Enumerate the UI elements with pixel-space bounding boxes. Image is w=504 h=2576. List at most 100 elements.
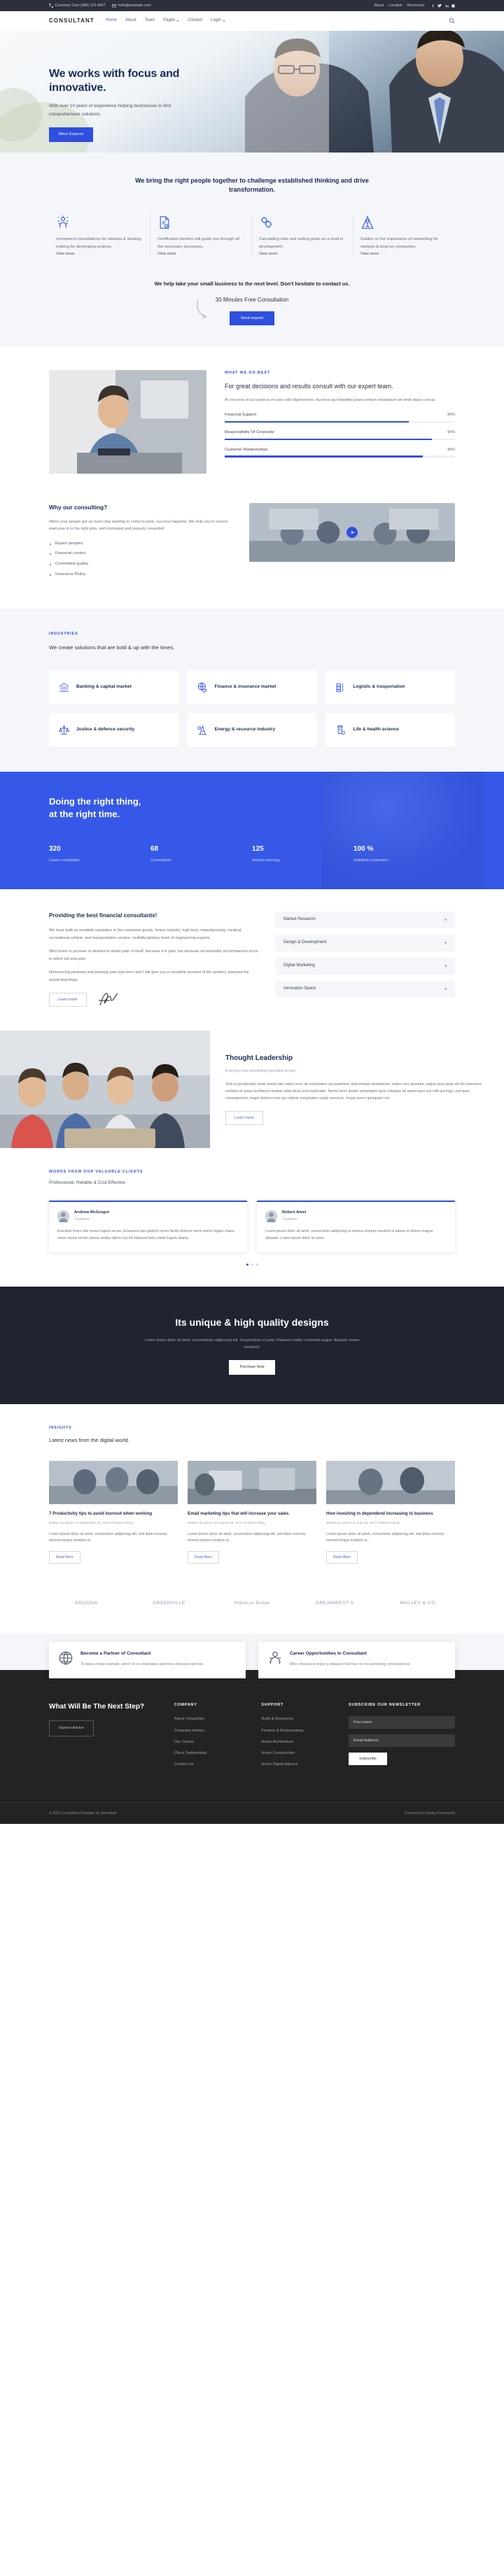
service-card[interactable]: Certificated mentors will guide you thro… — [150, 214, 252, 258]
industry-card-banking[interactable]: Banking & capital market — [49, 670, 178, 705]
nav-label: About — [125, 18, 136, 23]
carousel-dot[interactable] — [246, 1264, 248, 1266]
service-card[interactable]: Investment consultations for startups & … — [49, 214, 150, 258]
insight-card[interactable]: Email marketing tips that will increase … — [188, 1460, 316, 1564]
footer-link-home-construction[interactable]: Home Construction — [261, 1750, 337, 1756]
skill-bar-track — [225, 455, 455, 458]
avatar — [57, 1210, 69, 1222]
plus-icon[interactable]: + — [444, 963, 447, 969]
footer-link-client-testimonials[interactable]: Client Testimonials — [174, 1750, 251, 1756]
send-request-button[interactable]: Send request — [229, 311, 275, 326]
partner-title: Career Opportunities in Consultant — [290, 1650, 367, 1656]
insight-title[interactable]: How investing in dependend increasing to… — [326, 1510, 455, 1517]
insight-title[interactable]: 7 Productivity tips to avoid burnout whe… — [49, 1510, 178, 1517]
topbar-link-resources[interactable]: Resources — [407, 3, 425, 8]
stats-heading-line1: Doing the right thing, — [49, 796, 141, 807]
linkedin-icon[interactable] — [445, 4, 449, 8]
nav-item-pages[interactable]: Pages — [163, 17, 180, 24]
meet-experts-button[interactable]: Meet Experts — [49, 127, 94, 142]
purchase-now-button[interactable]: Purchase Now — [229, 1360, 275, 1375]
service-view-more-link[interactable]: View more — [56, 252, 74, 256]
play-button-icon[interactable] — [346, 527, 358, 539]
accordion-item-digital-marketing[interactable]: Digital Marketing + — [276, 958, 455, 975]
industry-card-finance[interactable]: Finance & insurance market — [187, 670, 317, 705]
subscribe-button[interactable]: Subscribe — [349, 1753, 387, 1766]
financial-paragraph-2: Who loves or pursues or desires to obtai… — [49, 949, 259, 961]
curved-arrow-icon — [197, 299, 206, 319]
insight-read-more-button[interactable]: Read More — [49, 1550, 80, 1564]
bank-building-icon — [59, 682, 69, 692]
plus-icon[interactable]: + — [444, 917, 447, 923]
carousel-dot[interactable] — [255, 1264, 258, 1266]
thought-leadership-section: Thought Leadership Everyboy has somethin… — [0, 1031, 504, 1149]
twitter-icon[interactable] — [438, 3, 442, 8]
footer-link-our-career[interactable]: Our Career — [174, 1739, 251, 1745]
email-input[interactable] — [349, 1734, 455, 1748]
footer-link-contact-us[interactable]: Contact Us — [174, 1762, 251, 1767]
footer-link-home-digital-agency[interactable]: Home Digital Agency — [261, 1762, 337, 1767]
why-list-item: Insurance Policy — [49, 572, 231, 578]
globe-shield-icon — [197, 682, 206, 693]
skill-item: Customer Relationships 86% — [225, 447, 455, 458]
partner-card-become-partner[interactable]: Become a Partner of Consultant To take a… — [49, 1641, 246, 1678]
brand-logo[interactable]: CONSULTANT — [49, 17, 94, 26]
insight-title[interactable]: Email marketing tips that will increase … — [188, 1510, 316, 1517]
experts-advice-button[interactable]: Experts Advice — [49, 1720, 94, 1736]
footer-link-home-architecture[interactable]: Home Architecture — [261, 1739, 337, 1745]
client-logo: ARIZONA — [49, 1593, 123, 1614]
nav-item-home[interactable]: Home — [106, 17, 117, 24]
accordion-item-innovation-space[interactable]: Innovation Space + — [276, 981, 455, 998]
why-video-thumbnail[interactable] — [249, 503, 455, 562]
industry-card-logistic[interactable]: Logistic & trasportation — [326, 670, 455, 705]
footer-link-company-history[interactable]: Company History — [174, 1728, 251, 1734]
industry-card-energy[interactable]: Energy & resource industry — [187, 713, 317, 747]
insight-read-more-button[interactable]: Read More — [188, 1550, 219, 1564]
search-icon[interactable] — [449, 17, 455, 24]
plus-icon[interactable]: + — [444, 986, 447, 992]
industry-card-justice[interactable]: Justice & defence security — [49, 713, 178, 747]
nav-item-about[interactable]: About — [125, 17, 136, 24]
financial-learn-more-button[interactable]: Learn more — [49, 992, 87, 1007]
insight-card[interactable]: How investing in dependend increasing to… — [326, 1460, 455, 1564]
nav-item-contact[interactable]: Contact — [188, 17, 202, 24]
service-card[interactable]: Calculating risks and setting goals as a… — [252, 214, 354, 258]
footer-link-about-consultant[interactable]: About Consultant — [174, 1716, 251, 1722]
insight-meta: Written by admin on August 09, 2021 Post… — [188, 1521, 265, 1525]
search-button[interactable] — [449, 17, 455, 24]
skills-list: Financial Support 80% Responsibility Of … — [225, 412, 455, 458]
topbar-link-location[interactable]: Location — [388, 3, 402, 8]
nav-label: Team — [144, 18, 155, 23]
carousel-dot[interactable] — [251, 1264, 253, 1266]
accordion-item-market-research[interactable]: Market Research + — [276, 912, 455, 929]
footer-link-audit-assurance[interactable]: Audit & Assurance — [261, 1716, 337, 1722]
instagram-icon[interactable] — [451, 3, 455, 8]
plus-icon[interactable]: + — [444, 940, 447, 946]
service-view-more-link[interactable]: View more — [158, 252, 176, 256]
accordion-label: Design & Development — [284, 940, 327, 945]
financial-paragraph-1: We have built an enviable reputation in … — [49, 928, 242, 940]
insight-meta: Written by admin on July 23, 2021 Posted… — [326, 1521, 400, 1525]
topbar-link-about[interactable]: About — [374, 3, 384, 8]
service-view-more-link[interactable]: View more — [360, 252, 379, 256]
footer-link-finance-restructuring[interactable]: Finance & Restructuring — [261, 1728, 337, 1734]
insight-card[interactable]: 7 Productivity tips to avoid burnout whe… — [49, 1460, 178, 1564]
first-name-input[interactable] — [349, 1716, 455, 1729]
nav-item-team[interactable]: Team — [145, 17, 155, 24]
insight-image — [188, 1460, 316, 1504]
thought-leadership-learn-more-button[interactable]: Learn more — [225, 1110, 263, 1126]
nav-item-login[interactable]: Login — [211, 17, 225, 24]
insight-read-more-button[interactable]: Read More — [326, 1550, 358, 1564]
industry-card-health[interactable]: Life & health science — [326, 713, 455, 747]
client-logo-label: ARIZONA — [74, 1600, 98, 1606]
thought-leadership-photo — [0, 1031, 210, 1149]
service-view-more-link[interactable]: View more — [259, 252, 277, 256]
why-list: Expert peoples Financial control Committ… — [49, 541, 231, 579]
service-card[interactable]: Guides on the importance of networking f… — [354, 214, 455, 257]
insights-grid: 7 Productivity tips to avoid burnout whe… — [49, 1460, 455, 1564]
client-logo: Hibiscus Dubai — [215, 1593, 289, 1614]
accordion-item-design-development[interactable]: Design & Development + — [276, 935, 455, 952]
stats-heading-line2: at the right time. — [49, 808, 120, 819]
industries-section: INDUSTRIES We create solutions that are … — [0, 609, 504, 772]
facebook-icon[interactable] — [431, 4, 435, 8]
partner-card-career[interactable]: Career Opportunities in Consultant Who c… — [258, 1641, 455, 1678]
